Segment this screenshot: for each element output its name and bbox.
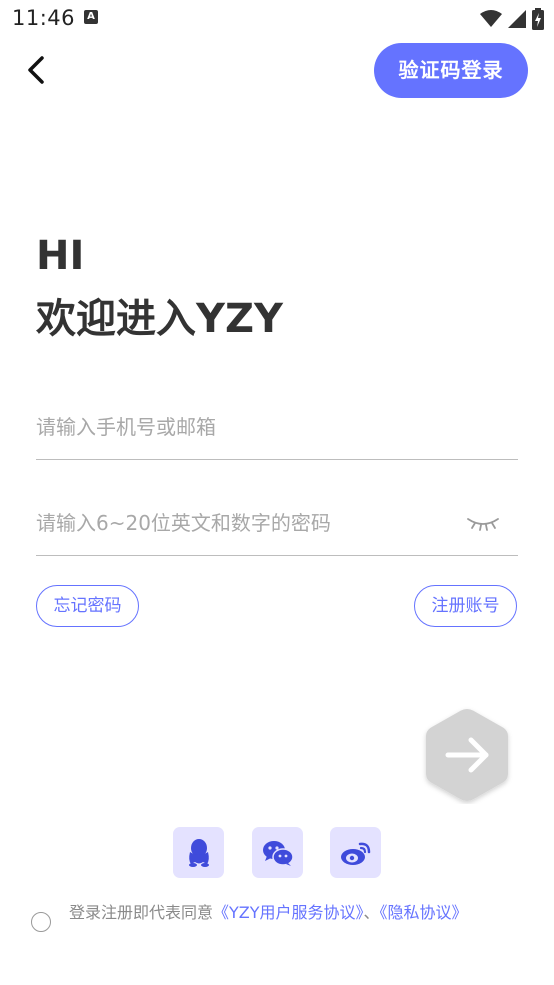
agreement-prefix: 登录注册即代表同意 (69, 903, 214, 922)
register-button[interactable]: 注册账号 (414, 585, 517, 627)
status-icons (480, 8, 544, 30)
back-button[interactable] (18, 52, 54, 88)
forgot-password-button[interactable]: 忘记密码 (36, 585, 139, 627)
eye-closed-icon[interactable] (466, 513, 500, 533)
password-input[interactable] (36, 503, 456, 543)
agreement-checkbox[interactable] (31, 912, 51, 932)
wifi-icon (480, 10, 502, 27)
submit-hexagon (426, 709, 508, 801)
notification-icon: A (84, 10, 98, 24)
agreement-separator: 、 (363, 903, 380, 922)
qq-icon (188, 838, 209, 867)
chevron-left-icon (28, 56, 44, 84)
battery-icon (532, 8, 544, 30)
agreement-text: 登录注册即代表同意《YZY用户服务协议》、《隐私协议》 (69, 900, 489, 925)
welcome-title: 欢迎进入YZY (36, 296, 283, 342)
signal-icon (508, 10, 526, 28)
weibo-icon (340, 842, 370, 865)
phone-field (36, 407, 518, 460)
phone-input[interactable] (36, 407, 456, 447)
wechat-login-button[interactable] (252, 827, 303, 878)
status-bar: 11:46 A (0, 0, 554, 38)
password-field (36, 503, 518, 556)
welcome-greeting: HI (36, 233, 85, 279)
submit-button[interactable] (420, 706, 514, 804)
status-time: 11:46 (12, 6, 76, 30)
user-agreement-link[interactable]: 《YZY用户服务协议》 (213, 903, 364, 922)
code-login-button[interactable]: 验证码登录 (374, 43, 528, 98)
privacy-policy-link[interactable]: 《隐私协议》 (380, 903, 468, 922)
wechat-icon (262, 840, 294, 866)
weibo-login-button[interactable] (330, 827, 381, 878)
qq-login-button[interactable] (173, 827, 224, 878)
